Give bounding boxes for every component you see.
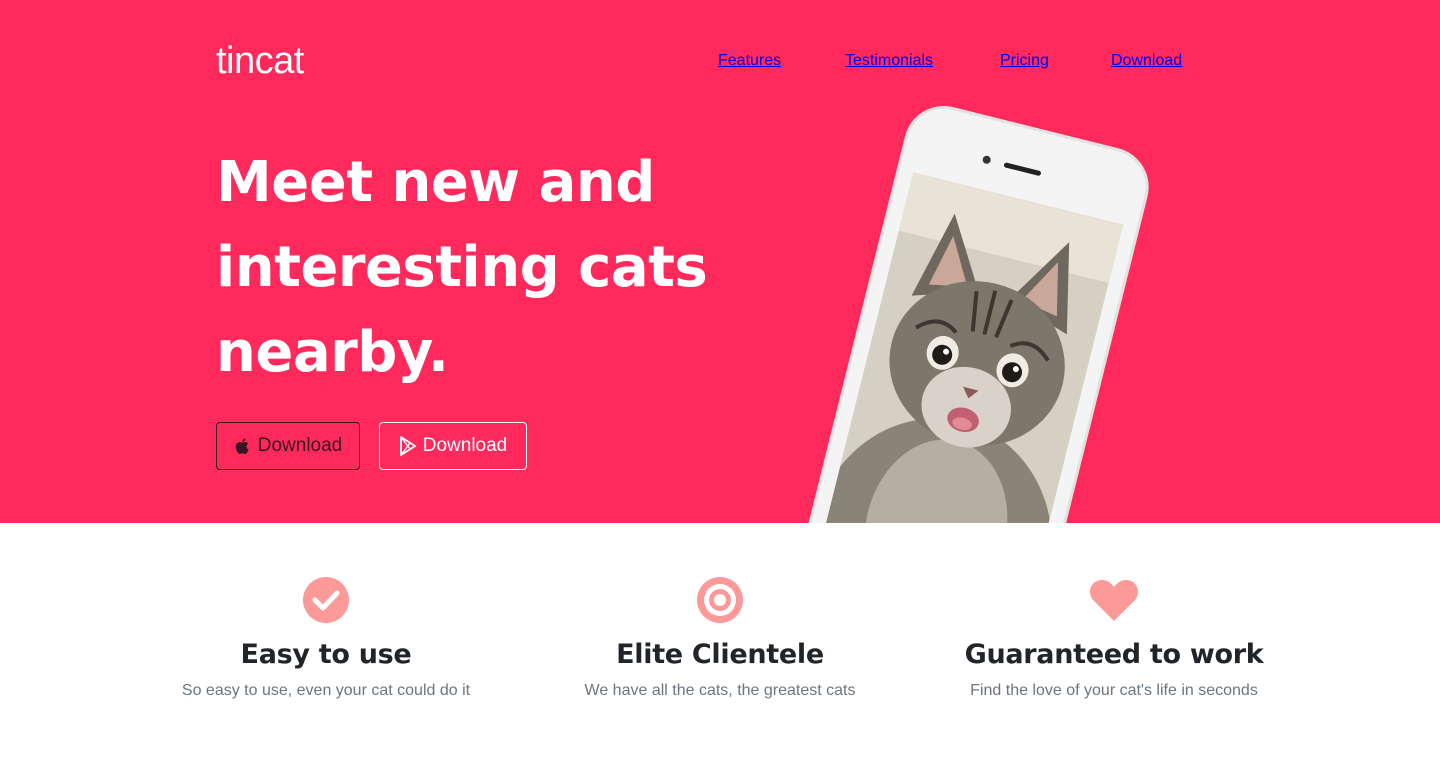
download-app-store-label: Download: [257, 435, 343, 456]
feature-guaranteed-to-work: Guaranteed to work Find the love of your…: [904, 577, 1324, 700]
features-section: Easy to use So easy to use, even your ca…: [0, 523, 1440, 765]
nav-link-download[interactable]: Download: [1111, 52, 1182, 70]
brand-logo[interactable]: tincat: [216, 40, 304, 83]
feature-title: Guaranteed to work: [964, 639, 1264, 670]
apple-icon: [234, 436, 252, 456]
feature-title: Easy to use: [240, 639, 412, 670]
feature-elite-clientele: Elite Clientele We have all the cats, th…: [510, 577, 930, 700]
nav-link-testimonials[interactable]: Testimonials: [845, 52, 933, 70]
nav-link-pricing[interactable]: Pricing: [1000, 52, 1049, 70]
check-circle-icon: [116, 577, 536, 623]
download-app-store-button[interactable]: Download: [216, 422, 360, 470]
play-store-icon: [399, 436, 417, 456]
hero-headline: Meet new and interesting cats nearby.: [216, 140, 736, 395]
hero-section: tincat Features Testimonials Pricing Dow…: [0, 0, 1440, 523]
headline-line-1: Meet new and: [216, 150, 655, 215]
download-play-store-label: Download: [422, 435, 508, 456]
phone-mockup: [788, 97, 1158, 523]
download-play-store-button[interactable]: Download: [379, 422, 527, 470]
nav-link-features[interactable]: Features: [718, 52, 781, 70]
feature-description: So easy to use, even your cat could do i…: [181, 682, 471, 699]
phone-camera: [981, 154, 992, 165]
feature-easy-to-use: Easy to use So easy to use, even your ca…: [116, 577, 536, 700]
headline-line-3: nearby.: [216, 320, 449, 385]
phone-speaker: [1003, 162, 1042, 177]
heart-icon: [904, 577, 1324, 623]
feature-description: Find the love of your cat's life in seco…: [970, 682, 1258, 699]
target-icon: [510, 577, 930, 623]
headline-line-2: interesting cats: [216, 235, 708, 300]
feature-description: We have all the cats, the greatest cats: [584, 682, 856, 699]
phone-frame: [788, 97, 1158, 523]
feature-title: Elite Clientele: [616, 639, 824, 670]
kitten-photo: [807, 172, 1124, 523]
